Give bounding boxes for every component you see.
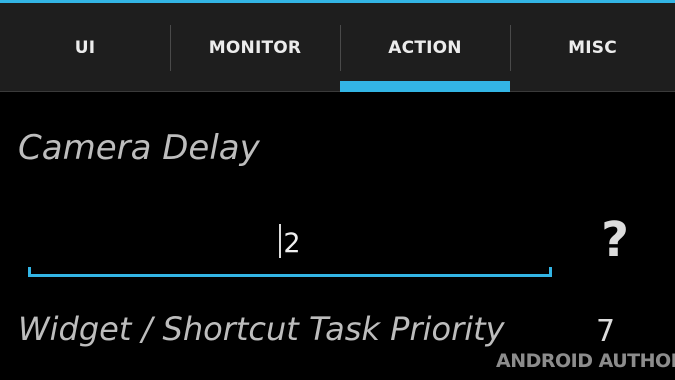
text-cursor [279,224,282,258]
tab-monitor[interactable]: MONITOR [170,3,340,92]
camera-delay-field[interactable]: 2 [28,224,552,259]
selected-tab-indicator [340,81,510,92]
tab-monitor-label: MONITOR [208,37,302,58]
camera-delay-label: Camera Delay [18,128,260,168]
widget-priority-value[interactable]: 7 [596,314,615,349]
widget-priority-label: Widget / Shortcut Task Priority [18,310,505,348]
tab-ui-label: UI [74,37,96,58]
tab-bar: UI MONITOR ACTION MISC [0,3,675,92]
question-mark-icon[interactable]: ? [595,210,635,270]
tab-action[interactable]: ACTION [340,3,510,92]
camera-delay-input[interactable]: 2 [28,210,552,278]
camera-delay-value: 2 [283,228,301,259]
input-underline [28,274,552,277]
tab-misc[interactable]: MISC [510,3,675,92]
screen: UI MONITOR ACTION MISC Camera Delay 2 ? … [0,0,675,380]
tab-action-label: ACTION [388,37,462,58]
tab-misc-label: MISC [568,37,617,58]
input-underline-right-tick [549,267,552,277]
input-underline-left-tick [28,267,31,277]
tab-ui[interactable]: UI [0,3,170,92]
watermark: ANDROID AUTHORITY [496,350,675,372]
